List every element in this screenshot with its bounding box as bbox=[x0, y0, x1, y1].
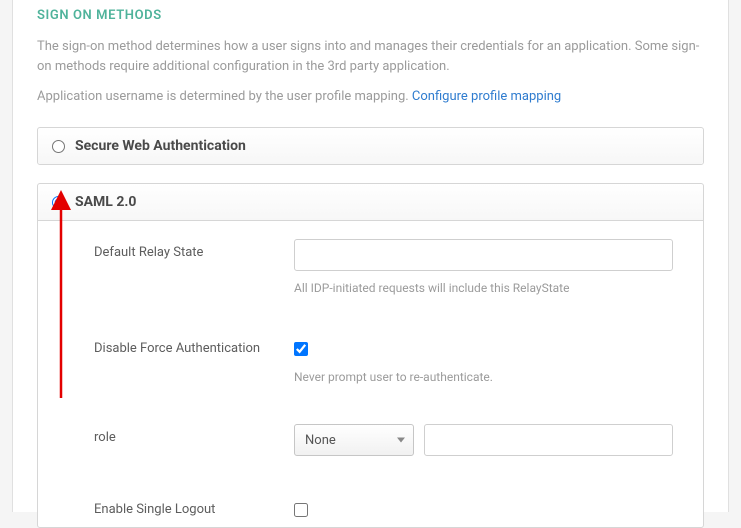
method-saml-radio[interactable] bbox=[52, 196, 65, 209]
field-disable-force-auth: Disable Force Authentication Never promp… bbox=[94, 335, 673, 384]
force-auth-checkbox[interactable] bbox=[294, 342, 308, 356]
method-saml-block: SAML 2.0 Default Relay State All IDP-ini… bbox=[37, 183, 704, 528]
method-saml-header[interactable]: SAML 2.0 bbox=[38, 184, 703, 221]
role-label: role bbox=[94, 424, 294, 445]
username-text: Application username is determined by th… bbox=[37, 89, 412, 104]
role-select[interactable]: None bbox=[294, 424, 414, 456]
field-enable-slo: Enable Single Logout bbox=[94, 496, 673, 521]
method-swa-header[interactable]: Secure Web Authentication bbox=[38, 128, 703, 164]
username-mapping-text: Application username is determined by th… bbox=[37, 87, 704, 107]
force-auth-label: Disable Force Authentication bbox=[94, 335, 294, 356]
description-text: The sign-on method determines how a user… bbox=[37, 37, 704, 77]
relay-state-label: Default Relay State bbox=[94, 239, 294, 260]
force-auth-helper: Never prompt user to re-authenticate. bbox=[294, 370, 673, 384]
slo-checkbox[interactable] bbox=[294, 503, 308, 517]
chevron-down-icon bbox=[397, 438, 405, 443]
method-swa-block: Secure Web Authentication bbox=[37, 127, 704, 165]
field-relay-state: Default Relay State All IDP-initiated re… bbox=[94, 239, 673, 295]
method-saml-label: SAML 2.0 bbox=[75, 194, 136, 210]
role-extra-input[interactable] bbox=[424, 424, 673, 456]
section-title: SIGN ON METHODS bbox=[37, 8, 704, 23]
relay-state-helper: All IDP-initiated requests will include … bbox=[294, 281, 673, 295]
method-swa-radio[interactable] bbox=[52, 140, 65, 153]
relay-state-input[interactable] bbox=[294, 239, 673, 271]
field-role: role None bbox=[94, 424, 673, 456]
slo-label: Enable Single Logout bbox=[94, 496, 294, 517]
role-select-value: None bbox=[305, 433, 336, 448]
configure-profile-mapping-link[interactable]: Configure profile mapping bbox=[412, 89, 561, 104]
method-swa-label: Secure Web Authentication bbox=[75, 138, 246, 154]
